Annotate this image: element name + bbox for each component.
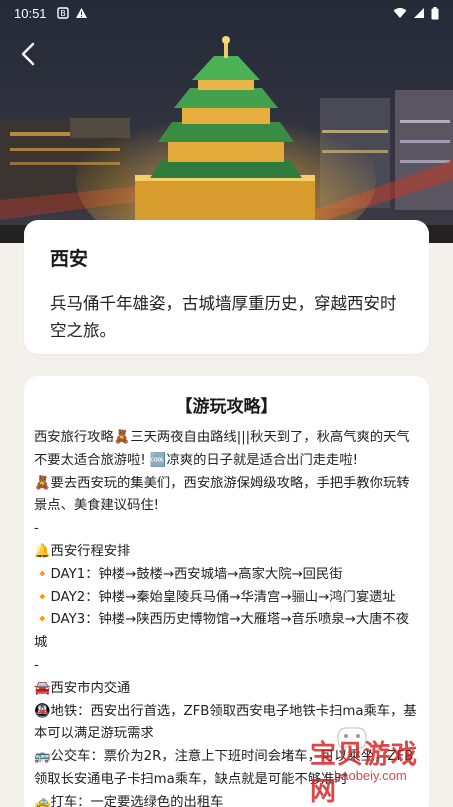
bell-tower-night-photo: [0, 0, 453, 243]
travel-guide-card: 【游玩攻略】 西安旅行攻略🧸三天两夜自由路线|||秋天到了，秋高气爽的天气不要太…: [24, 376, 429, 807]
guide-title: 【游玩攻略】: [175, 397, 278, 417]
guide-line: 🔸DAY1：钟楼→鼓楼→西安城墙→高家大院→回民街: [34, 566, 343, 582]
guide-line: 🔸DAY2：钟楼→秦始皇陵兵马俑→华清宫→骊山→鸿门宴遗址: [34, 589, 396, 605]
guide-line: 🚌公交车：票价为2R，注意上下班时间会堵车，可以乘坐，ZFB领取长安通电子卡扫m…: [34, 749, 414, 787]
guide-line: 🧸要去西安玩的集美们，西安旅游保姆级攻略，手把手教你玩转景点、美食建议码住!: [34, 475, 410, 514]
guide-line: 西安旅行攻略🧸三天两夜自由路线|||秋天到了，秋高气爽的天气不要太适合旅游啦! …: [34, 430, 410, 468]
svg-text:B: B: [60, 9, 66, 18]
destination-description: 兵马俑千年雄姿，古城墙厚重历史，穿越西安时空之旅。: [50, 294, 397, 340]
wifi-icon: [393, 8, 407, 18]
signal-icon: [414, 8, 424, 18]
guide-line: -: [34, 657, 39, 673]
guide-content: 西安旅行攻略🧸三天两夜自由路线|||秋天到了，秋高气爽的天气不要太适合旅游啦! …: [34, 427, 419, 807]
destination-title: 西安: [50, 248, 89, 270]
guide-line: 🚇地铁：西安出行首选，ZFB领取西安电子地铁卡扫ma乘车，基本可以满足游玩需求: [34, 703, 417, 742]
guide-line: 🔸DAY3：钟楼→陕西历史博物馆→大雁塔→音乐喷泉→大唐不夜城: [34, 612, 410, 651]
back-button[interactable]: [12, 38, 44, 70]
chevron-left-icon: [21, 42, 35, 66]
destination-intro-card: 西安 兵马俑千年雄姿，古城墙厚重历史，穿越西安时空之旅。: [24, 220, 429, 354]
status-time: 10:51: [14, 5, 47, 21]
guide-line: 🚕打车：一定要选绿色的出租车: [34, 794, 224, 807]
guide-line: 🔔西安行程安排: [34, 543, 131, 559]
warning-icon: [75, 8, 87, 18]
notification-app-icon: B: [56, 7, 69, 19]
guide-line: 🚘西安市内交通: [34, 680, 131, 696]
hero-image: [0, 0, 453, 243]
status-bar: 10:51 B: [0, 0, 453, 26]
battery-icon: [431, 6, 439, 19]
guide-line: -: [34, 521, 39, 537]
